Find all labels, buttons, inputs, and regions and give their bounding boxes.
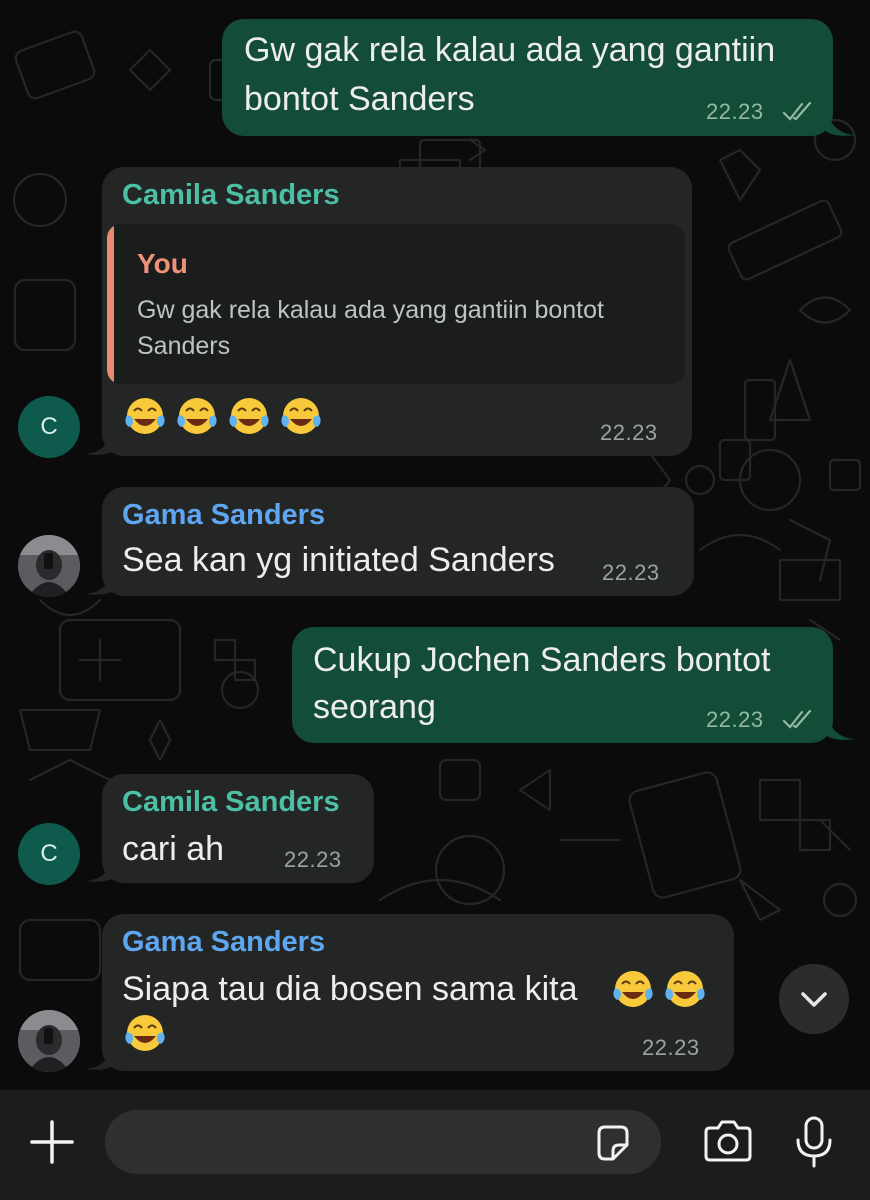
outgoing-message-bubble[interactable]: Gw gak rela kalau ada yang gantiin bonto…: [222, 19, 833, 136]
message-text-line-2: bontot Sanders: [244, 80, 475, 118]
chevron-down-icon: [801, 992, 827, 1007]
sticker-icon[interactable]: [591, 1121, 635, 1165]
incoming-message-bubble[interactable]: Gama Sanders Siapa tau dia bosen sama ki…: [102, 914, 734, 1071]
tears-of-joy-emoji-icon: [229, 398, 269, 434]
quote-accent-bar: [107, 224, 114, 384]
quote-author: You: [137, 248, 188, 279]
message-input[interactable]: [105, 1110, 661, 1174]
message-time: 22.23: [602, 560, 660, 585]
outgoing-message-bubble[interactable]: Cukup Jochen Sanders bontot seorang 22.2…: [292, 627, 833, 743]
message-time: 22.23: [600, 420, 658, 445]
quoted-reply[interactable]: You Gw gak rela kalau ada yang gantiin b…: [107, 224, 685, 384]
incoming-message-bubble[interactable]: Gama Sanders Sea kan yg initiated Sander…: [102, 487, 694, 596]
avatar[interactable]: [18, 535, 80, 597]
message-time: 22.23: [284, 847, 342, 872]
sender-name: Camila Sanders: [122, 179, 340, 211]
tears-of-joy-emoji-icon: [125, 398, 165, 434]
avatar[interactable]: C: [18, 396, 80, 458]
microphone-icon[interactable]: [792, 1114, 836, 1172]
sender-name: Gama Sanders: [122, 926, 326, 958]
read-receipt-icon: [782, 102, 812, 121]
plus-icon[interactable]: [28, 1118, 76, 1166]
message-time: 22.23: [706, 99, 764, 124]
chat-thread[interactable]: Gw gak rela kalau ada yang gantiin bonto…: [0, 0, 870, 1090]
sender-name: Gama Sanders: [122, 499, 326, 531]
profile-photo: [18, 535, 80, 597]
tears-of-joy-emoji-icon: [613, 971, 653, 1007]
tears-of-joy-emoji-icon: [281, 398, 321, 434]
message-text: Siapa tau dia bosen sama kita: [122, 970, 578, 1008]
tears-of-joy-emoji-icon: [177, 398, 217, 434]
camera-icon[interactable]: [700, 1118, 756, 1166]
avatar[interactable]: [18, 1010, 80, 1072]
tears-of-joy-emoji-icon: [665, 971, 705, 1007]
scroll-to-bottom-button[interactable]: [779, 964, 849, 1034]
tears-of-joy-emoji-icon: [125, 1015, 165, 1051]
profile-photo: [18, 1010, 80, 1072]
sender-name: Camila Sanders: [122, 786, 340, 818]
message-input-bar: [0, 1090, 870, 1200]
read-receipt-icon: [782, 710, 812, 729]
message-text: cari ah: [122, 830, 225, 868]
message-text-line-2: seorang: [313, 688, 436, 726]
message-time: 22.23: [706, 707, 764, 732]
message-text: Sea kan yg initiated Sanders: [122, 541, 555, 579]
message-text-line-1: Gw gak rela kalau ada yang gantiin: [244, 31, 776, 69]
avatar[interactable]: C: [18, 823, 80, 885]
incoming-message-bubble[interactable]: Camila Sanders cari ah 22.23: [102, 774, 374, 883]
quote-text: Gw gak rela kalau ada yang gantiin bonto…: [137, 296, 604, 360]
message-text-line-1: Cukup Jochen Sanders bontot: [313, 641, 771, 679]
incoming-message-bubble[interactable]: Camila Sanders You Gw gak rela kalau ada…: [102, 167, 692, 456]
message-time: 22.23: [642, 1035, 700, 1060]
